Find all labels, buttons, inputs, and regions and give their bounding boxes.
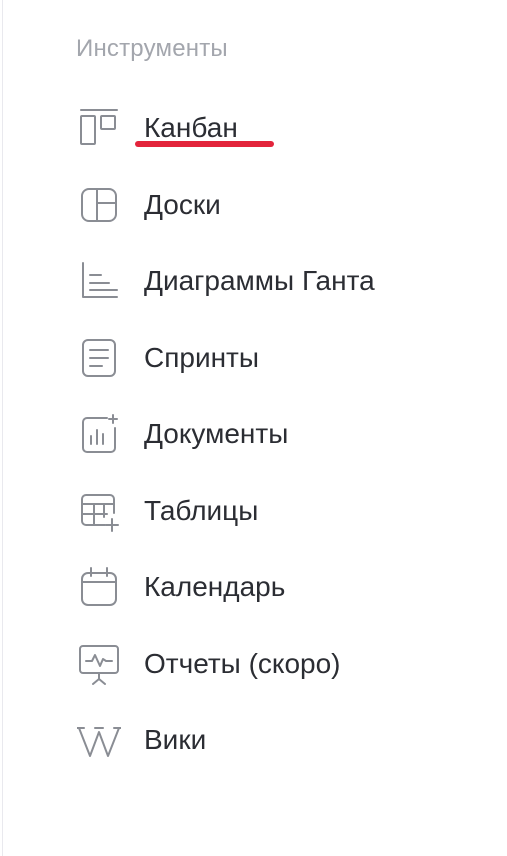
menu-item-tables[interactable]: Таблицы bbox=[3, 473, 507, 550]
menu-item-wiki[interactable]: Вики bbox=[3, 702, 507, 779]
menu-item-label: Диаграммы Ганта bbox=[144, 265, 375, 297]
menu-item-sprints[interactable]: Спринты bbox=[3, 320, 507, 397]
menu-item-kanban[interactable]: Канбан bbox=[3, 90, 507, 167]
active-underline bbox=[135, 141, 274, 147]
section-title: Инструменты bbox=[76, 35, 228, 62]
calendar-icon bbox=[77, 565, 121, 609]
menu-item-calendar[interactable]: Календарь bbox=[3, 549, 507, 626]
table-icon bbox=[77, 489, 121, 533]
menu-item-documents[interactable]: Документы bbox=[3, 396, 507, 473]
boards-icon bbox=[77, 183, 121, 227]
menu-item-label: Таблицы bbox=[144, 494, 259, 526]
menu-item-gantt[interactable]: Диаграммы Ганта bbox=[3, 243, 507, 320]
menu-item-label: Вики bbox=[144, 724, 207, 756]
sprint-icon bbox=[77, 336, 121, 380]
menu-item-label: Спринты bbox=[144, 341, 260, 373]
menu-item-label: Календарь bbox=[144, 571, 286, 603]
tools-menu: Канбан Доски Диаграммы Ганта Спринты Док… bbox=[3, 90, 507, 779]
gantt-icon bbox=[77, 259, 121, 303]
menu-item-reports[interactable]: Отчеты (скоро) bbox=[3, 626, 507, 703]
menu-item-label: Доски bbox=[144, 188, 221, 220]
menu-item-boards[interactable]: Доски bbox=[3, 167, 507, 244]
documents-icon bbox=[77, 412, 121, 456]
tools-panel: Инструменты Канбан Доски Диаграммы Ганта… bbox=[2, 0, 507, 856]
menu-item-label: Отчеты (скоро) bbox=[144, 647, 341, 679]
kanban-icon bbox=[77, 106, 121, 150]
reports-icon bbox=[77, 642, 121, 686]
wiki-icon bbox=[77, 718, 121, 762]
menu-item-label: Документы bbox=[144, 418, 289, 450]
